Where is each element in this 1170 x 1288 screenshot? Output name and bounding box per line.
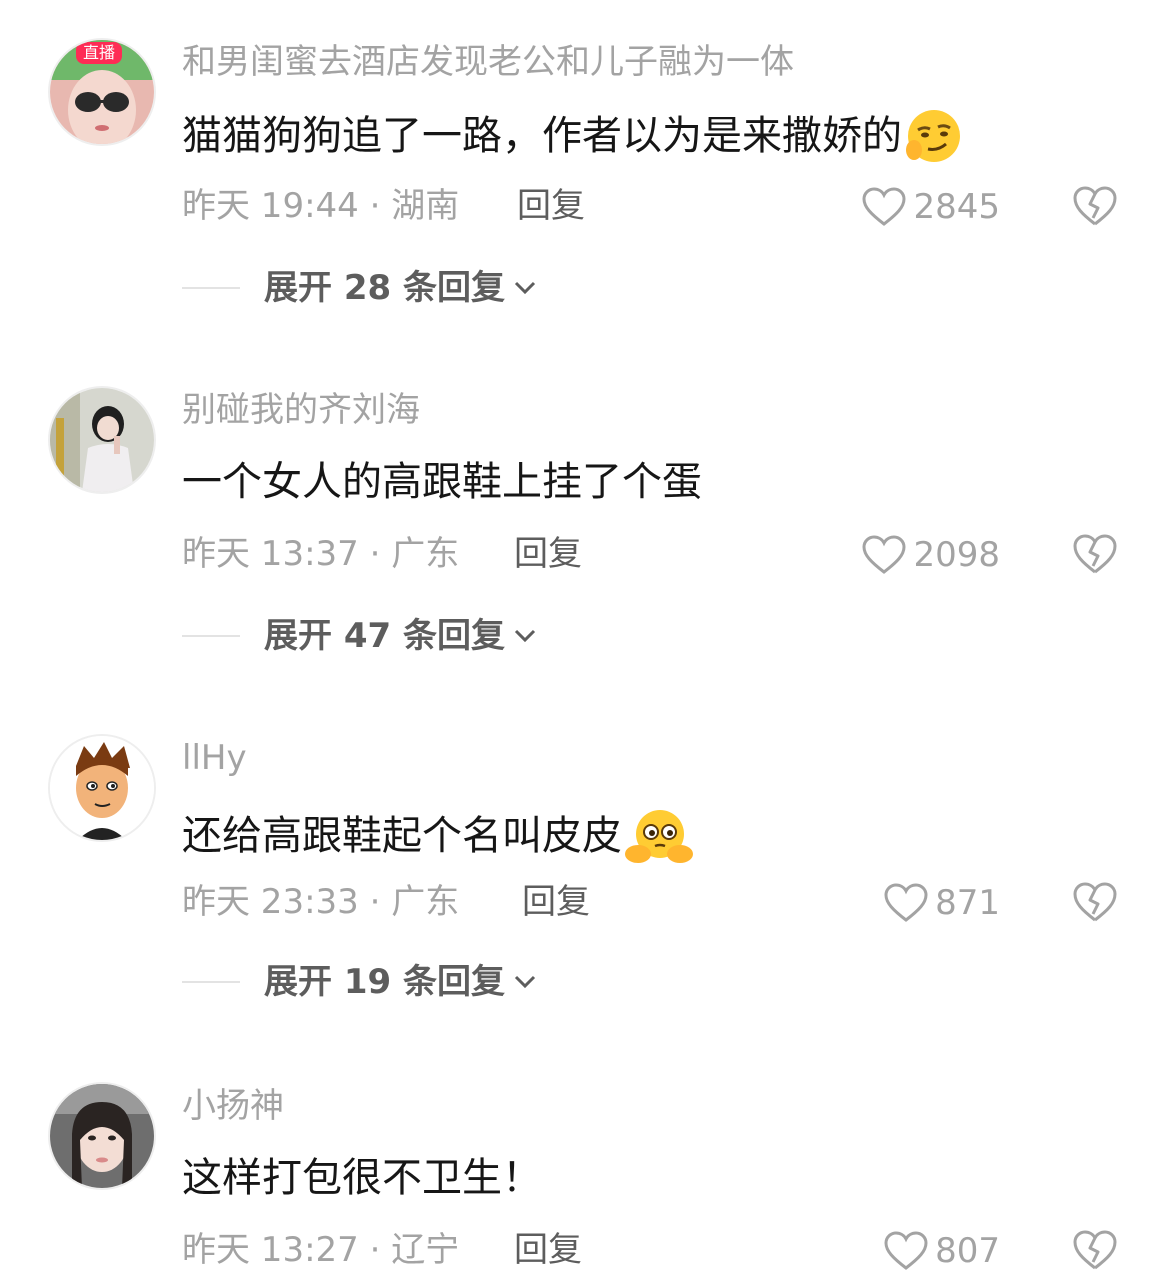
avatar[interactable]	[48, 734, 156, 842]
like-button[interactable]: 2098	[861, 534, 1000, 576]
reply-button[interactable]: 回复	[517, 186, 585, 226]
heart-outline-icon	[862, 535, 906, 574]
like-button[interactable]: 807	[883, 1230, 1000, 1272]
broken-heart-icon[interactable]	[1072, 1228, 1118, 1272]
username[interactable]: 和男闺蜜去酒店发现老公和儿子融为一体	[182, 42, 794, 82]
expand-replies-label: 展开 28 条回复	[264, 268, 505, 308]
pleading-emoji-icon	[624, 806, 694, 866]
heart-outline-icon	[862, 187, 906, 226]
expand-replies-button[interactable]: 展开 28 条回复	[182, 268, 537, 308]
expand-replies-label: 展开 47 条回复	[264, 616, 505, 656]
expand-replies-label: 展开 19 条回复	[264, 962, 505, 1002]
comment-text: 一个女人的高跟鞋上挂了个蛋	[182, 458, 702, 506]
reply-button[interactable]: 回复	[514, 534, 582, 574]
comment-text-body: 这样打包很不卫生！	[182, 1155, 542, 1201]
comment-text-body: 还给高跟鞋起个名叫皮皮	[182, 813, 622, 859]
chevron-down-icon	[514, 629, 536, 643]
comment-text: 这样打包很不卫生！	[182, 1154, 542, 1202]
comment-text: 猫猫狗狗追了一路，作者以为是来撒娇的	[182, 106, 964, 166]
reply-button[interactable]: 回复	[522, 882, 590, 922]
comment-text-body: 一个女人的高跟鞋上挂了个蛋	[182, 459, 702, 505]
avatar[interactable]	[48, 1082, 156, 1190]
expand-replies-button[interactable]: 展开 19 条回复	[182, 962, 537, 1002]
comment-text: 还给高跟鞋起个名叫皮皮	[182, 806, 694, 866]
live-badge: 直播	[76, 42, 123, 64]
like-count: 2098	[913, 535, 1000, 575]
avatar[interactable]	[48, 386, 156, 494]
like-button[interactable]: 2845	[861, 186, 1000, 228]
smirking-emoji-icon	[904, 106, 964, 166]
comment-time-location: 昨天 13:37 · 广东	[182, 534, 460, 574]
divider-line	[182, 635, 240, 637]
divider-line	[182, 981, 240, 983]
like-count: 807	[935, 1231, 1000, 1271]
divider-line	[182, 287, 240, 289]
comment-text-body: 猫猫狗狗追了一路，作者以为是来撒娇的	[182, 113, 902, 159]
username[interactable]: 别碰我的齐刘海	[182, 390, 420, 430]
broken-heart-icon[interactable]	[1072, 184, 1118, 228]
expand-replies-button[interactable]: 展开 47 条回复	[182, 616, 537, 656]
avatar[interactable]: 直播	[48, 38, 156, 146]
like-count: 871	[935, 883, 1000, 923]
comment-time-location: 昨天 19:44 · 湖南	[182, 186, 460, 226]
heart-outline-icon	[884, 883, 928, 922]
comment-time-location: 昨天 23:33 · 广东	[182, 882, 460, 922]
username[interactable]: 小扬神	[182, 1086, 284, 1126]
reply-button[interactable]: 回复	[514, 1230, 582, 1270]
broken-heart-icon[interactable]	[1072, 880, 1118, 924]
comment-time-location: 昨天 13:27 · 辽宁	[182, 1230, 460, 1270]
heart-outline-icon	[884, 1231, 928, 1270]
chevron-down-icon	[514, 281, 536, 295]
broken-heart-icon[interactable]	[1072, 532, 1118, 576]
chevron-down-icon	[514, 975, 536, 989]
like-count: 2845	[913, 187, 1000, 227]
username[interactable]: llHy	[182, 738, 247, 778]
like-button[interactable]: 871	[883, 882, 1000, 924]
